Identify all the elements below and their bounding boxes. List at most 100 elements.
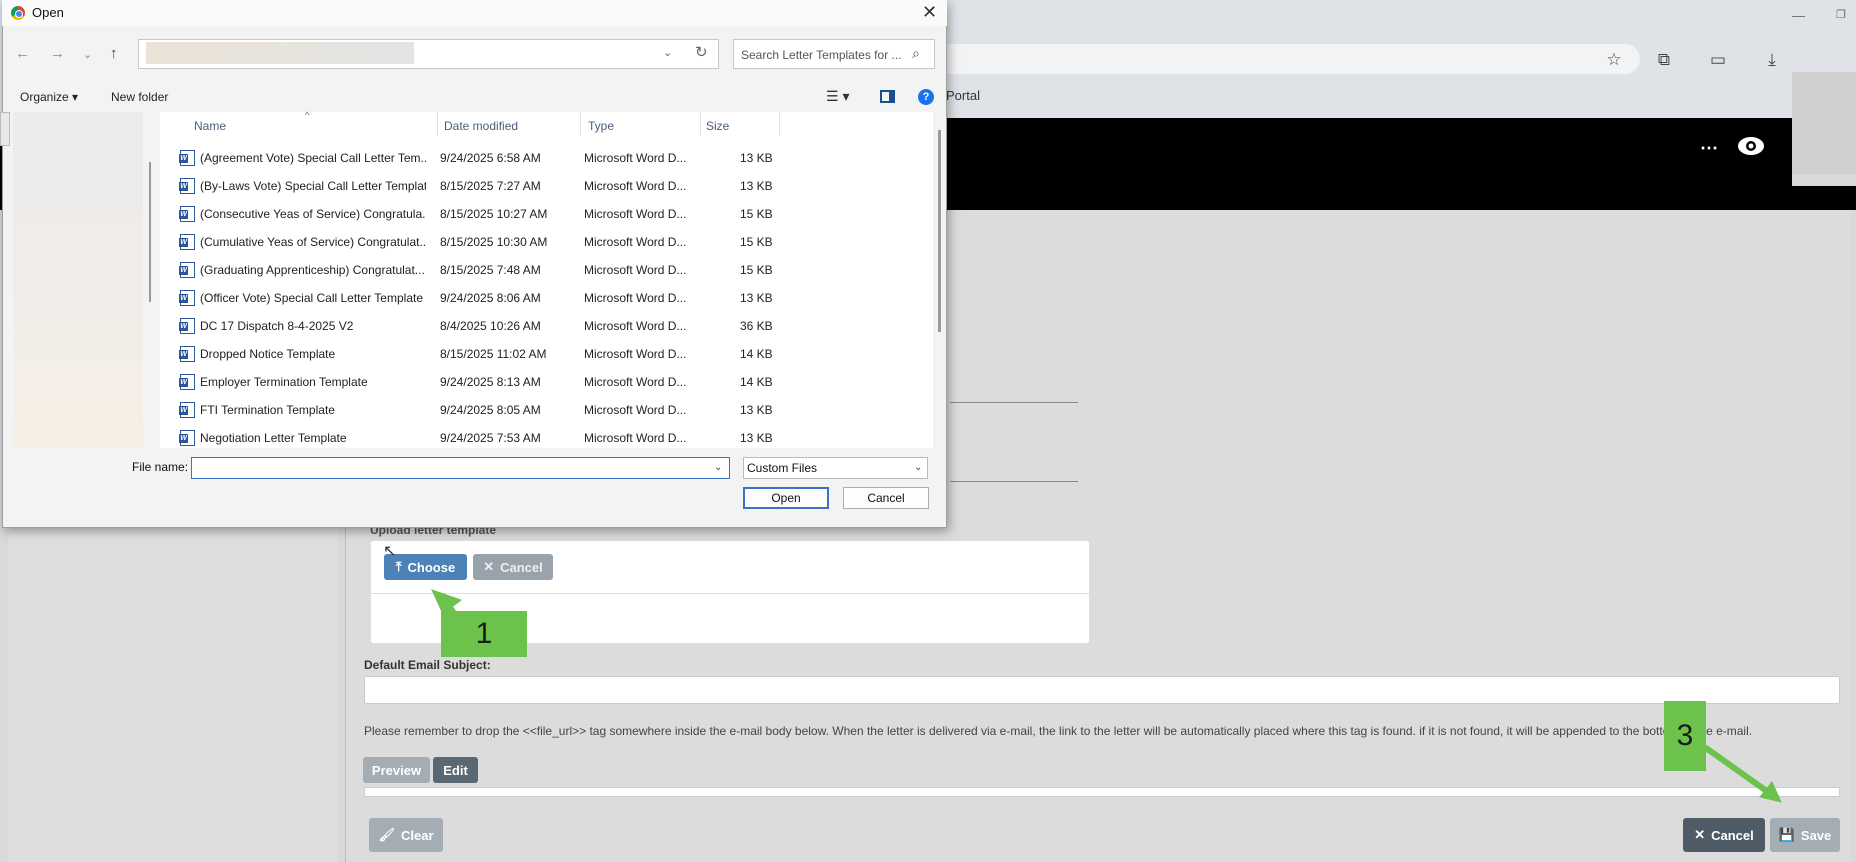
extensions-icon[interactable]: ⧉ (1652, 48, 1676, 72)
navigation-pane[interactable] (13, 112, 143, 448)
file-row[interactable]: FTI Termination Template 9/24/2025 8:05 A… (160, 396, 933, 424)
organize-menu[interactable]: Organize ▾ (20, 90, 78, 104)
file-row[interactable]: DC 17 Dispatch 8-4-2025 V2 8/4/2025 10:26… (160, 312, 933, 340)
save-button[interactable]: 💾 Save (1770, 818, 1840, 852)
column-type[interactable]: Type (588, 119, 614, 133)
file-list-scrollbar[interactable] (938, 130, 941, 332)
pane-edge (0, 112, 10, 146)
up-icon[interactable]: ↑ (110, 45, 118, 62)
chevron-down-icon[interactable]: ⌄ (83, 48, 92, 61)
close-icon: ✕ (483, 559, 495, 574)
filename-label: File name: (132, 460, 189, 474)
preview-tab[interactable]: Preview (363, 757, 430, 783)
word-doc-icon (179, 374, 195, 390)
close-icon[interactable]: ✕ (922, 2, 937, 23)
file-date: 8/15/2025 7:27 AM (440, 179, 541, 193)
file-date: 8/15/2025 10:30 AM (440, 235, 548, 249)
cast-icon[interactable]: ▭ (1706, 48, 1730, 72)
nav-scrollbar[interactable] (149, 162, 151, 302)
redacted-path (146, 42, 414, 64)
column-date[interactable]: Date modified (444, 119, 518, 133)
column-name[interactable]: Name (194, 119, 226, 133)
chevron-down-icon[interactable]: ⌄ (663, 46, 672, 59)
file-size: 13 KB (740, 179, 773, 193)
choose-label: Choose (407, 559, 456, 575)
reminder-text: Please remember to drop the <<file_url>>… (364, 724, 1753, 738)
upload-icon: ⤒ (395, 559, 402, 574)
file-row[interactable]: (Cumulative Yeas of Service) Congratulat… (160, 228, 933, 256)
file-name: (Graduating Apprenticeship) Congratulat.… (200, 263, 425, 277)
file-size: 13 KB (740, 431, 773, 445)
minimize-icon[interactable]: — (1792, 8, 1806, 23)
dialog-cancel-button[interactable]: Cancel (843, 487, 929, 509)
bookmark-portal[interactable]: Portal (946, 88, 980, 103)
file-size: 36 KB (740, 319, 773, 333)
file-date: 9/24/2025 8:05 AM (440, 403, 541, 417)
preview-thumbnail (1792, 72, 1856, 174)
divider (950, 481, 1078, 482)
more-icon[interactable]: ⋯ (1700, 138, 1718, 159)
file-row[interactable]: Dropped Notice Template 8/15/2025 11:02 A… (160, 340, 933, 368)
email-body-editor[interactable] (364, 787, 1840, 797)
filename-input[interactable] (191, 457, 730, 479)
cancel-label: Cancel (1711, 827, 1754, 843)
file-date: 9/24/2025 8:06 AM (440, 291, 541, 305)
cancel-button[interactable]: ✕ Cancel (1683, 818, 1765, 852)
file-name: DC 17 Dispatch 8-4-2025 V2 (200, 319, 354, 333)
file-size: 15 KB (740, 235, 773, 249)
file-row[interactable]: (Graduating Apprenticeship) Congratulat.… (160, 256, 933, 284)
star-icon[interactable]: ☆ (1602, 48, 1626, 72)
back-icon[interactable]: ← (15, 45, 30, 62)
file-type: Microsoft Word D... (584, 263, 687, 277)
file-row[interactable]: Negotiation Letter Template 9/24/2025 7:5… (160, 424, 933, 446)
column-divider (700, 112, 701, 136)
email-subject-label: Default Email Subject: (364, 658, 491, 672)
word-doc-icon (179, 178, 195, 194)
eye-icon[interactable] (1736, 134, 1766, 158)
column-divider (580, 112, 581, 136)
download-icon[interactable]: ⤓ (1760, 48, 1784, 72)
mouse-cursor-icon: ↖ (383, 543, 397, 560)
file-name: (Cumulative Yeas of Service) Congratulat… (200, 235, 426, 249)
preview-pane-icon[interactable] (880, 90, 895, 103)
clear-button[interactable]: 🖌 Clear (369, 818, 443, 852)
upload-cancel-button[interactable]: ✕ Cancel (473, 554, 553, 580)
sort-ascending-icon: ^ (305, 110, 310, 120)
word-doc-icon (179, 290, 195, 306)
save-icon: 💾 (1778, 827, 1795, 842)
chevron-down-icon[interactable]: ⌄ (714, 462, 722, 473)
file-row[interactable]: Employer Termination Template 9/24/2025 8… (160, 368, 933, 396)
file-row[interactable]: (Officer Vote) Special Call Letter Templ… (160, 284, 933, 312)
open-button[interactable]: Open (743, 487, 829, 509)
refresh-icon[interactable]: ↻ (695, 43, 708, 61)
dialog-titlebar (2, 0, 947, 26)
file-size: 13 KB (740, 403, 773, 417)
chrome-logo-icon (10, 5, 26, 21)
view-menu-icon[interactable]: ☰ ▾ (826, 88, 849, 105)
forward-icon[interactable]: → (50, 45, 65, 62)
help-icon[interactable]: ? (918, 89, 934, 105)
word-doc-icon (179, 262, 195, 278)
edit-tab[interactable]: Edit (433, 757, 478, 783)
file-type: Microsoft Word D... (584, 235, 687, 249)
word-doc-icon (179, 346, 195, 362)
file-date: 8/15/2025 10:27 AM (440, 207, 548, 221)
search-placeholder: Search Letter Templates for ... (741, 48, 902, 62)
address-bar[interactable] (920, 44, 1640, 74)
choose-button[interactable]: ⤒ Choose (384, 554, 467, 580)
step-1-callout: 1 (441, 611, 527, 657)
file-name: (Officer Vote) Special Call Letter Templ… (200, 291, 423, 305)
file-type: Microsoft Word D... (584, 375, 687, 389)
chevron-down-icon[interactable]: ⌄ (914, 462, 922, 473)
email-subject-input[interactable] (364, 676, 1840, 704)
file-row[interactable]: (Agreement Vote) Special Call Letter Tem… (160, 144, 933, 172)
file-type: Microsoft Word D... (584, 151, 687, 165)
file-date: 9/24/2025 7:53 AM (440, 431, 541, 445)
column-size[interactable]: Size (706, 119, 729, 133)
restore-icon[interactable]: ❐ (1836, 8, 1850, 22)
file-name: Dropped Notice Template (200, 347, 336, 361)
new-folder-button[interactable]: New folder (111, 90, 168, 104)
file-name: (Consecutive Yeas of Service) Congratula… (200, 207, 426, 221)
file-row[interactable]: (Consecutive Yeas of Service) Congratula… (160, 200, 933, 228)
file-row[interactable]: (By-Laws Vote) Special Call Letter Templ… (160, 172, 933, 200)
